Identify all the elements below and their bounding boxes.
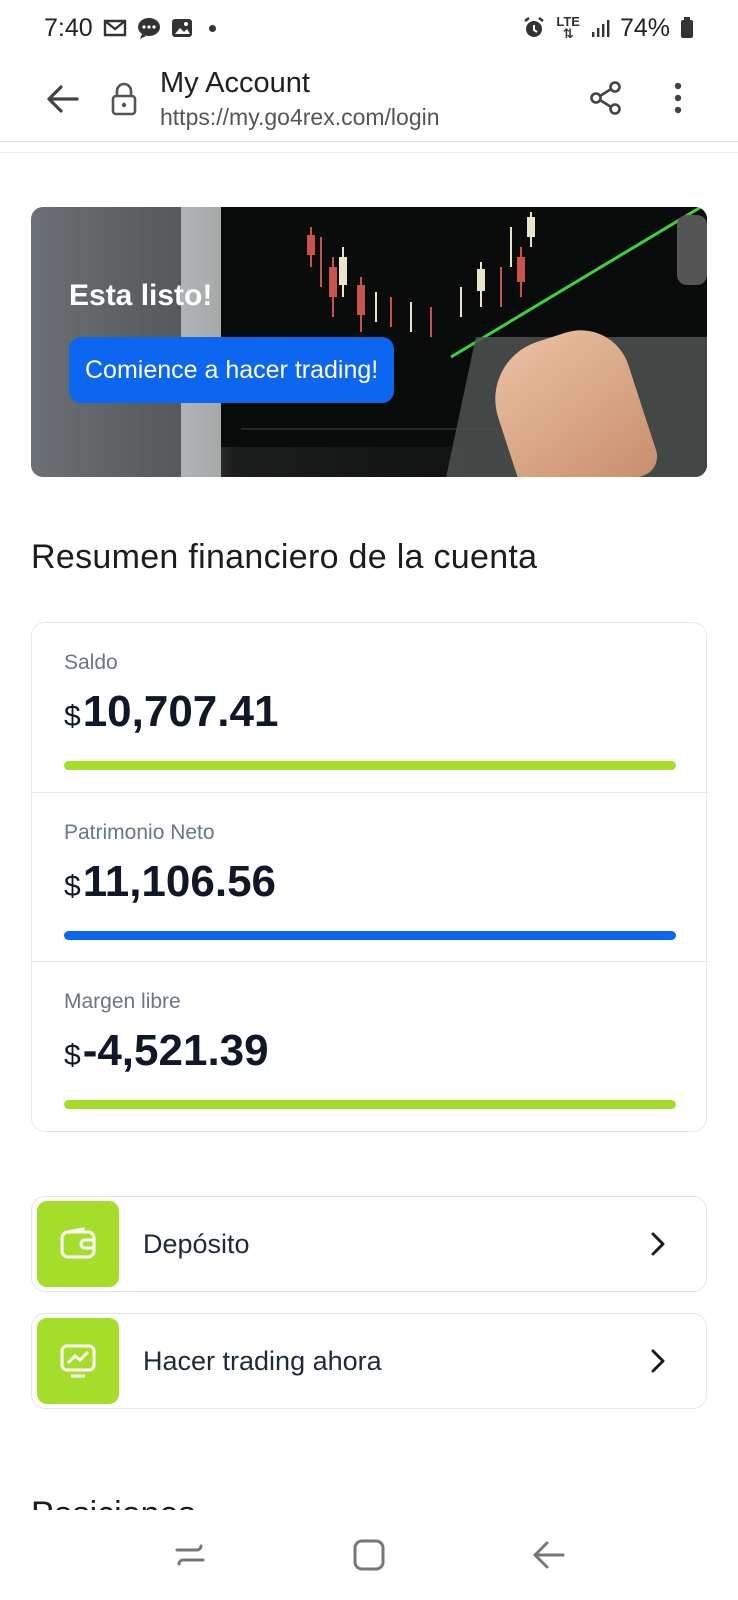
hero-heading: Esta listo!: [69, 279, 213, 312]
page-title: My Account: [160, 66, 310, 99]
more-vertical-icon: [674, 82, 682, 114]
trade-now-label: Hacer trading ahora: [143, 1345, 382, 1376]
lock-icon[interactable]: [104, 69, 144, 129]
system-navigation-bar: [0, 1510, 738, 1600]
metric-free-margin: Margen libre $ -4,521.39: [32, 961, 708, 1131]
gallery-icon: [171, 18, 193, 38]
signal-icon: [590, 18, 610, 38]
page-url: https://my.go4rex.com/login: [160, 103, 440, 130]
trading-chart-icon: [37, 1318, 119, 1404]
summary-section-title: Resumen financiero de la cuenta: [31, 538, 538, 576]
data-arrows-icon: ⇅: [562, 26, 574, 41]
notification-dot-icon: [208, 24, 216, 32]
metric-progress-bar: [64, 931, 676, 940]
deposit-label: Depósito: [143, 1228, 250, 1259]
message-icon: [137, 17, 161, 39]
browser-toolbar: My Account https://my.go4rex.com/login: [0, 56, 738, 142]
hero-banner: Esta listo! Comience a hacer trading!: [31, 207, 707, 477]
alarm-icon: [522, 16, 546, 40]
next-section-title-text: Posiciones: [31, 1497, 431, 1511]
back-button[interactable]: [32, 69, 92, 129]
status-bar: 7:40 LTE ⇅ 74%: [0, 0, 738, 56]
start-trading-button[interactable]: Comience a hacer trading!: [69, 337, 395, 403]
next-section-title: Posiciones: [31, 1497, 431, 1511]
recent-apps-button[interactable]: [160, 1525, 220, 1585]
status-time: 7:40: [44, 13, 93, 42]
metric-value: $ -4,521.39: [64, 1026, 269, 1076]
metric-balance: Saldo $ 10,707.41: [32, 623, 708, 793]
metric-amount: 10,707.41: [82, 687, 279, 736]
chevron-right-icon: [646, 1229, 670, 1259]
deposit-row[interactable]: Depósito: [31, 1196, 707, 1292]
metric-value: $ 11,106.56: [64, 857, 276, 907]
divider: [0, 152, 738, 153]
metric-amount: 11,106.56: [82, 857, 277, 906]
battery-percent: 74%: [619, 13, 670, 42]
status-left: 7:40: [44, 14, 216, 43]
arrow-left-icon: [47, 84, 79, 113]
chevron-right-icon: [646, 1346, 670, 1376]
metric-label: Saldo: [64, 651, 118, 674]
battery-icon: [680, 17, 694, 39]
metric-label: Margen libre: [64, 990, 181, 1013]
metric-value: $ 10,707.41: [64, 687, 278, 737]
overflow-menu-button[interactable]: [658, 70, 698, 126]
address-block[interactable]: My Account https://my.go4rex.com/login: [160, 66, 440, 132]
share-icon: [590, 81, 621, 115]
currency-symbol: $: [64, 870, 81, 903]
metric-amount: -4,521.39: [82, 1026, 269, 1075]
recents-icon: [175, 1544, 205, 1566]
share-button[interactable]: [578, 70, 634, 126]
back-arrow-icon: [533, 1541, 565, 1569]
gmail-icon: [103, 18, 127, 38]
home-icon: [353, 1539, 385, 1571]
status-right: LTE ⇅ 74%: [522, 14, 694, 43]
trade-now-row[interactable]: Hacer trading ahora: [31, 1313, 707, 1409]
scrollbar-handle[interactable]: [677, 215, 707, 285]
currency-symbol: $: [64, 700, 81, 733]
system-back-button[interactable]: [518, 1525, 578, 1585]
metric-equity: Patrimonio Neto $ 11,106.56: [32, 792, 708, 962]
metric-progress-bar: [64, 761, 676, 770]
currency-symbol: $: [64, 1039, 81, 1072]
home-button[interactable]: [339, 1525, 399, 1585]
metric-label: Patrimonio Neto: [64, 821, 215, 844]
metric-progress-bar: [64, 1100, 676, 1109]
wallet-icon: [37, 1201, 119, 1287]
account-summary-card: Saldo $ 10,707.41 Patrimonio Neto $ 11,1…: [31, 622, 708, 1132]
lte-icon: LTE ⇅: [556, 15, 580, 41]
